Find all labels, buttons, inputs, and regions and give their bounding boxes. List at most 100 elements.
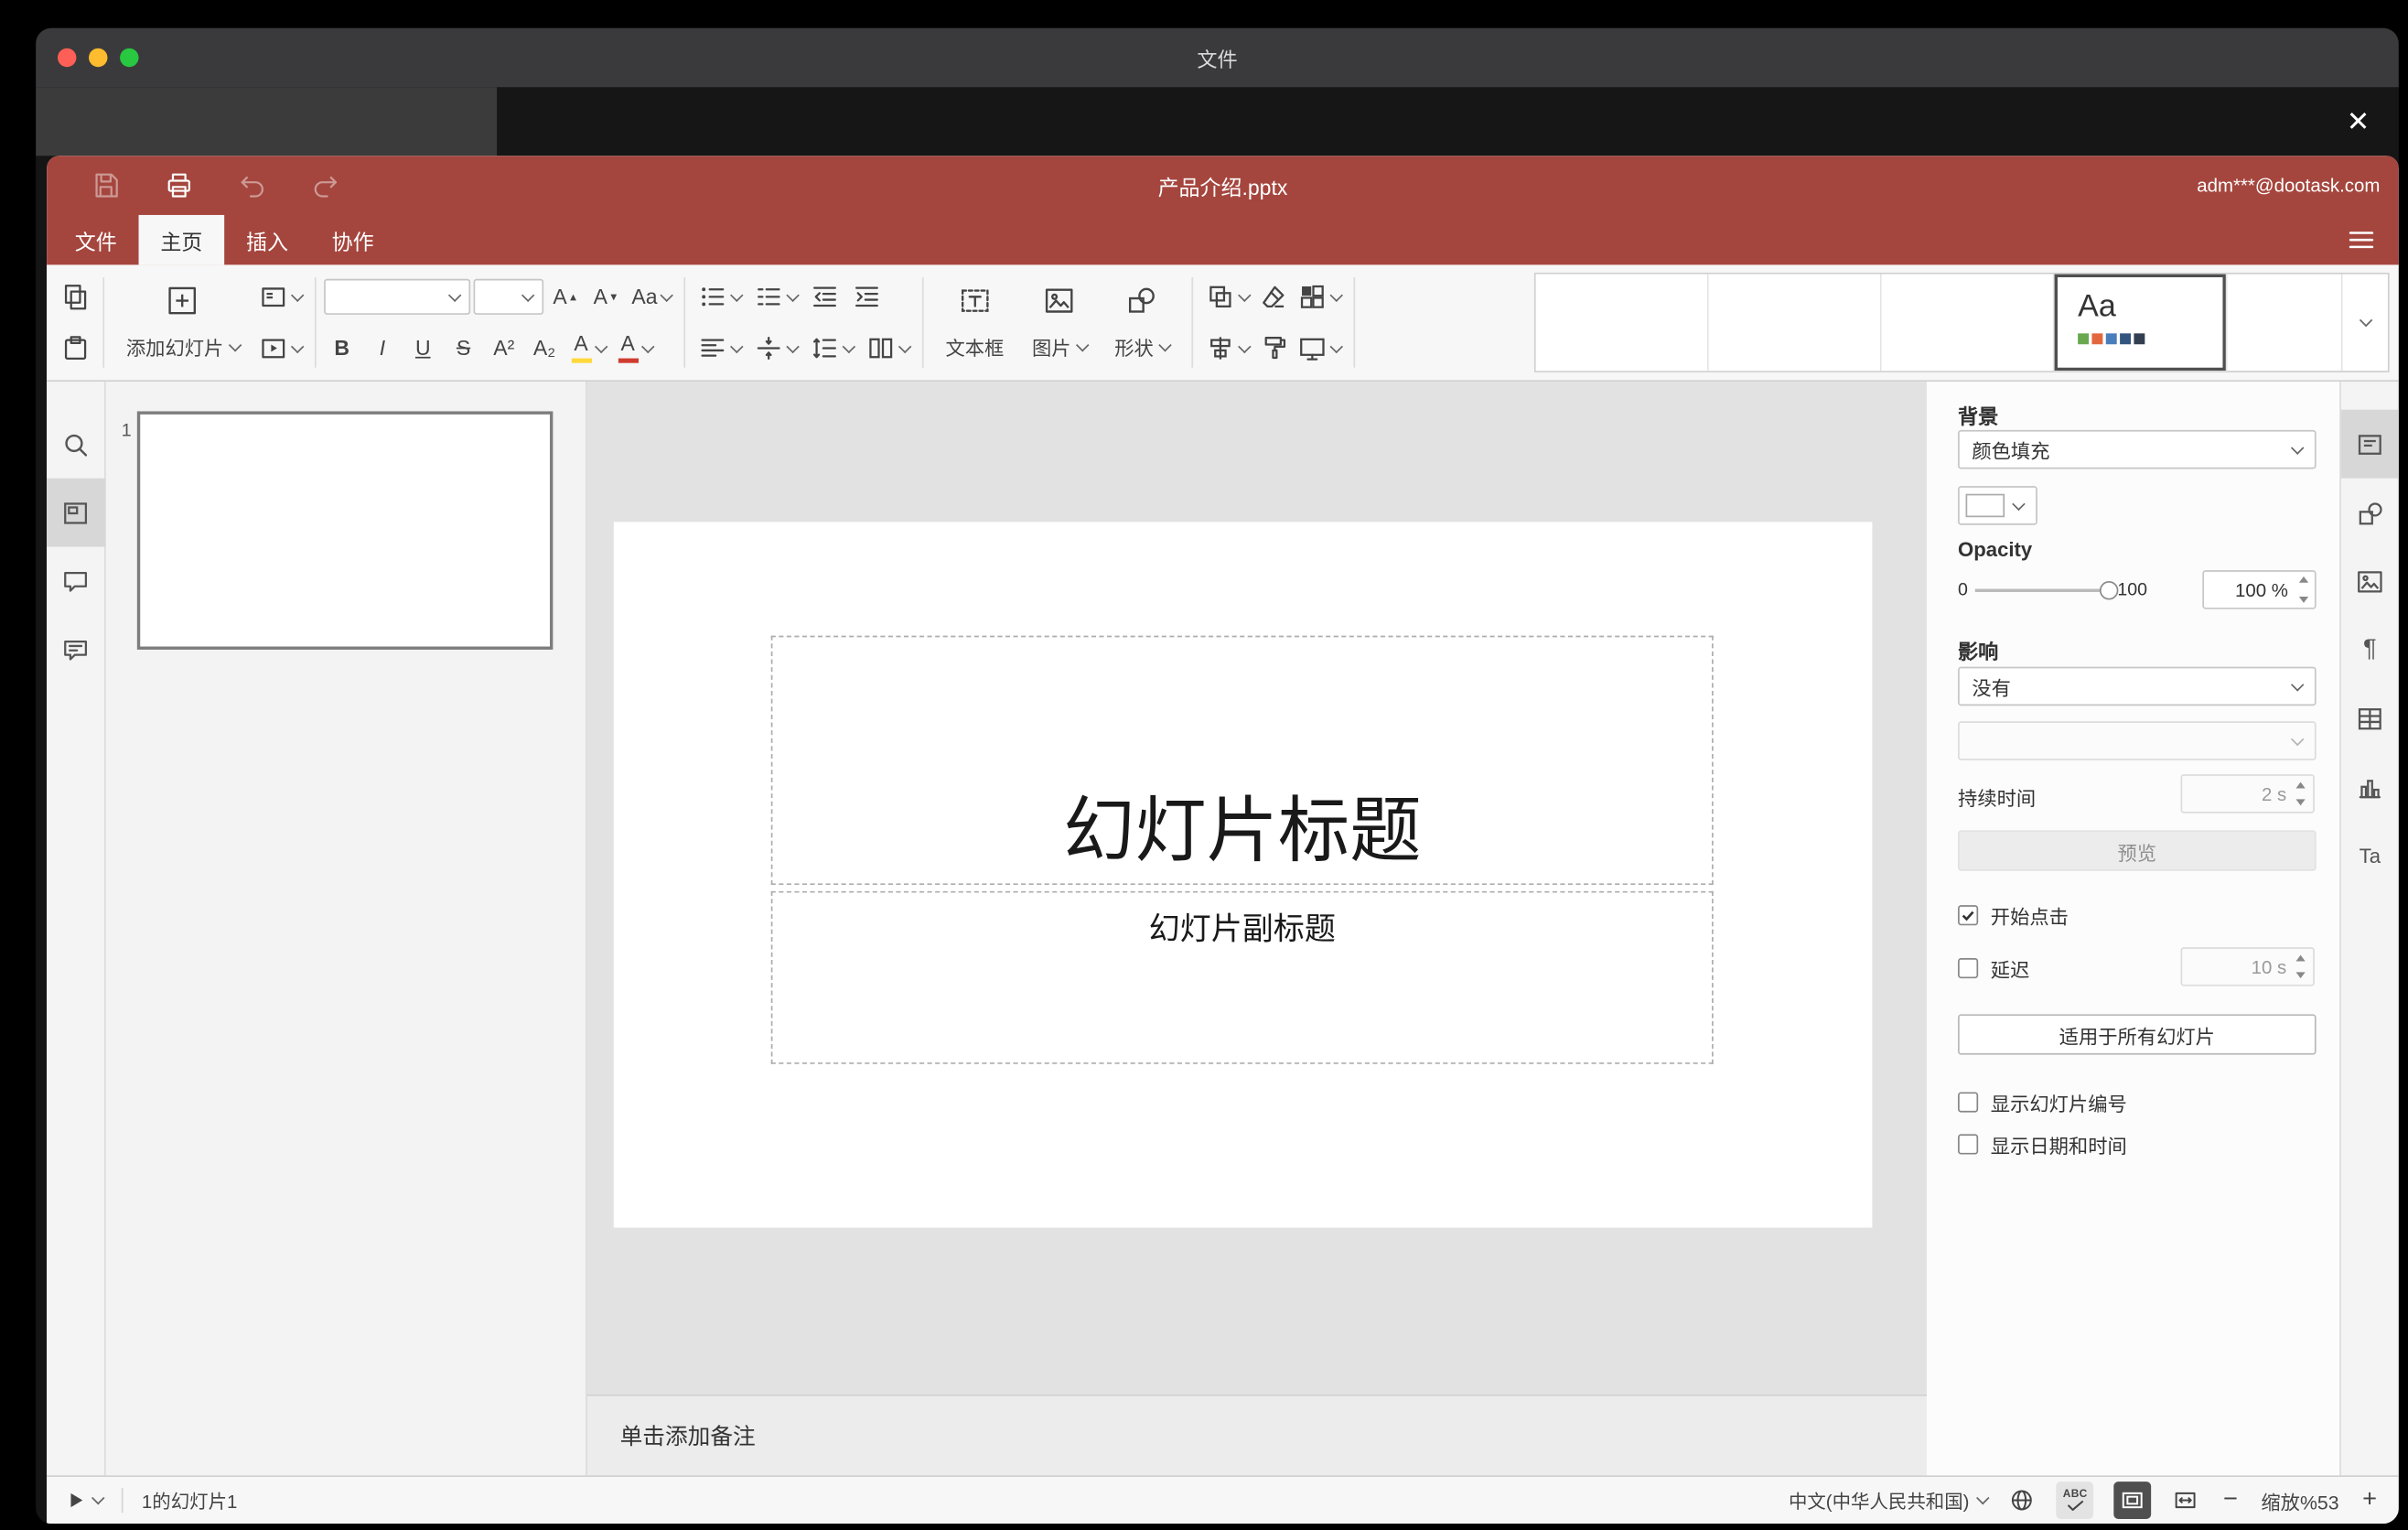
chart-settings-button[interactable] — [2340, 752, 2399, 821]
highlight-color-button[interactable]: A — [566, 328, 610, 368]
paste-button[interactable] — [56, 328, 95, 368]
increase-indent-button[interactable] — [847, 276, 887, 317]
spell-check-button[interactable]: ABC — [2056, 1482, 2094, 1519]
font-color-button[interactable]: A — [613, 328, 657, 368]
add-slide-button[interactable]: 添加幻灯片 — [113, 271, 253, 373]
columns-button[interactable] — [862, 328, 915, 368]
tab-insert[interactable]: 插入 — [224, 215, 310, 264]
close-traffic-light[interactable] — [57, 48, 77, 68]
decrease-font-size-button[interactable]: A ▾ — [586, 276, 624, 317]
increase-font-size-button[interactable]: A ▴ — [546, 276, 584, 317]
slide-layout-button[interactable] — [253, 276, 306, 317]
strikeout-button[interactable]: S — [445, 328, 482, 368]
print-icon[interactable] — [164, 170, 195, 201]
fit-to-width-button[interactable] — [2172, 1486, 2200, 1514]
apply-to-all-slides-button[interactable]: 适用于所有幻灯片 — [1958, 1014, 2317, 1055]
tab-file[interactable]: 文件 — [53, 215, 139, 264]
insert-shape-button[interactable]: 形状 — [1101, 271, 1183, 373]
fullscreen-traffic-light[interactable] — [120, 48, 139, 68]
spinner-arrows[interactable] — [2293, 781, 2308, 806]
search-button[interactable] — [47, 410, 105, 479]
theme-tile[interactable] — [1881, 274, 2055, 372]
tab-collaboration[interactable]: 协作 — [310, 215, 396, 264]
comments-button[interactable] — [47, 547, 105, 616]
clear-style-button[interactable] — [1253, 276, 1293, 317]
copy-button[interactable] — [56, 276, 95, 317]
document-language-button[interactable] — [2008, 1486, 2037, 1514]
checkbox-unchecked[interactable] — [1958, 1091, 1979, 1112]
shape-settings-button[interactable] — [2340, 479, 2399, 547]
transition-effect-select[interactable]: 没有 — [1958, 666, 2317, 706]
start-slideshow-status-button[interactable] — [66, 1490, 105, 1512]
italic-button[interactable]: I — [364, 328, 402, 368]
zoom-out-button[interactable]: − — [2220, 1486, 2241, 1514]
slide-subtitle-placeholder[interactable]: 幻灯片副标题 — [770, 890, 1714, 1064]
feedback-button[interactable] — [47, 615, 105, 684]
menu-icon[interactable] — [2346, 215, 2377, 264]
close-icon[interactable]: ✕ — [2337, 100, 2381, 144]
delay-checkbox[interactable]: 延迟 — [1958, 955, 2029, 981]
slide-settings-button[interactable] — [2340, 409, 2399, 479]
arrange-shape-button[interactable] — [1200, 276, 1253, 317]
spinner-arrows[interactable] — [2295, 576, 2311, 603]
opacity-spinbox[interactable]: 100 % — [2202, 570, 2317, 609]
subscript-button[interactable]: A₂ — [526, 328, 564, 368]
tab-home[interactable]: 主页 — [138, 214, 225, 265]
bullets-button[interactable] — [693, 276, 747, 317]
background-color-button[interactable] — [1958, 486, 2037, 525]
minimize-traffic-light[interactable] — [89, 48, 108, 68]
slide-size-button[interactable] — [1292, 328, 1345, 368]
theme-tile-selected[interactable]: Aa — [2054, 274, 2228, 372]
numbering-button[interactable] — [749, 276, 802, 317]
horizontal-align-button[interactable] — [693, 328, 747, 368]
notes-area[interactable]: 单击添加备注 — [586, 1394, 1927, 1476]
opacity-slider[interactable] — [1975, 580, 2120, 599]
fit-to-slide-button[interactable] — [2113, 1482, 2152, 1519]
theme-tile[interactable] — [1535, 274, 1709, 372]
duration-spinbox[interactable]: 2 s — [2180, 774, 2315, 813]
theme-gallery-expand-button[interactable] — [2340, 274, 2388, 372]
textart-settings-button[interactable]: Ta — [2340, 821, 2399, 889]
insert-textbox-button[interactable]: 文本框 — [931, 271, 1018, 373]
image-settings-button[interactable] — [2340, 547, 2399, 616]
checkbox-unchecked[interactable] — [1958, 1133, 1979, 1154]
spinner-arrows[interactable] — [2293, 954, 2308, 979]
slide[interactable]: 幻灯片标题 幻灯片副标题 — [613, 522, 1873, 1228]
slide-canvas[interactable]: 幻灯片标题 幻灯片副标题 — [586, 382, 1927, 1395]
copy-style-button[interactable] — [1253, 328, 1293, 368]
insert-image-button[interactable]: 图片 — [1018, 271, 1101, 373]
checkbox-unchecked[interactable] — [1958, 957, 1979, 978]
zoom-in-button[interactable]: + — [2360, 1486, 2381, 1514]
slide-title-placeholder[interactable]: 幻灯片标题 — [770, 635, 1714, 886]
align-shape-button[interactable] — [1200, 328, 1253, 368]
bold-button[interactable]: B — [323, 328, 360, 368]
start-slideshow-button[interactable] — [253, 328, 306, 368]
theme-tile[interactable] — [1708, 274, 1882, 372]
language-select[interactable]: 中文(中华人民共和国) — [1789, 1487, 1990, 1514]
change-case-button[interactable]: Aa — [627, 276, 676, 317]
delay-spinbox[interactable]: 10 s — [2180, 947, 2315, 986]
redo-icon[interactable] — [310, 170, 341, 201]
checkbox-checked[interactable] — [1958, 904, 1979, 925]
table-settings-button[interactable] — [2340, 684, 2399, 752]
save-icon[interactable] — [91, 170, 122, 201]
font-size-select[interactable] — [472, 278, 543, 315]
slide-thumbnail-selected[interactable] — [136, 411, 554, 650]
superscript-button[interactable]: A² — [485, 328, 522, 368]
line-spacing-button[interactable] — [805, 328, 858, 368]
show-date-time-checkbox[interactable]: 显示日期和时间 — [1958, 1131, 2127, 1157]
start-on-click-checkbox[interactable]: 开始点击 — [1958, 902, 2069, 928]
opacity-slider-knob[interactable] — [2100, 580, 2120, 599]
background-fill-select[interactable]: 颜色填充 — [1958, 429, 2317, 469]
underline-button[interactable]: U — [404, 328, 442, 368]
font-name-select[interactable] — [323, 278, 470, 315]
slides-panel-button[interactable] — [47, 478, 105, 547]
undo-icon[interactable] — [237, 170, 268, 201]
preview-button[interactable]: 预览 — [1958, 830, 2317, 871]
paragraph-settings-button[interactable]: ¶ — [2340, 615, 2399, 684]
transition-variant-select[interactable] — [1958, 721, 2317, 760]
decrease-indent-button[interactable] — [805, 276, 844, 317]
show-slide-number-checkbox[interactable]: 显示幻灯片编号 — [1958, 1089, 2127, 1115]
color-scheme-button[interactable] — [1292, 276, 1345, 317]
vertical-align-button[interactable] — [749, 328, 802, 368]
